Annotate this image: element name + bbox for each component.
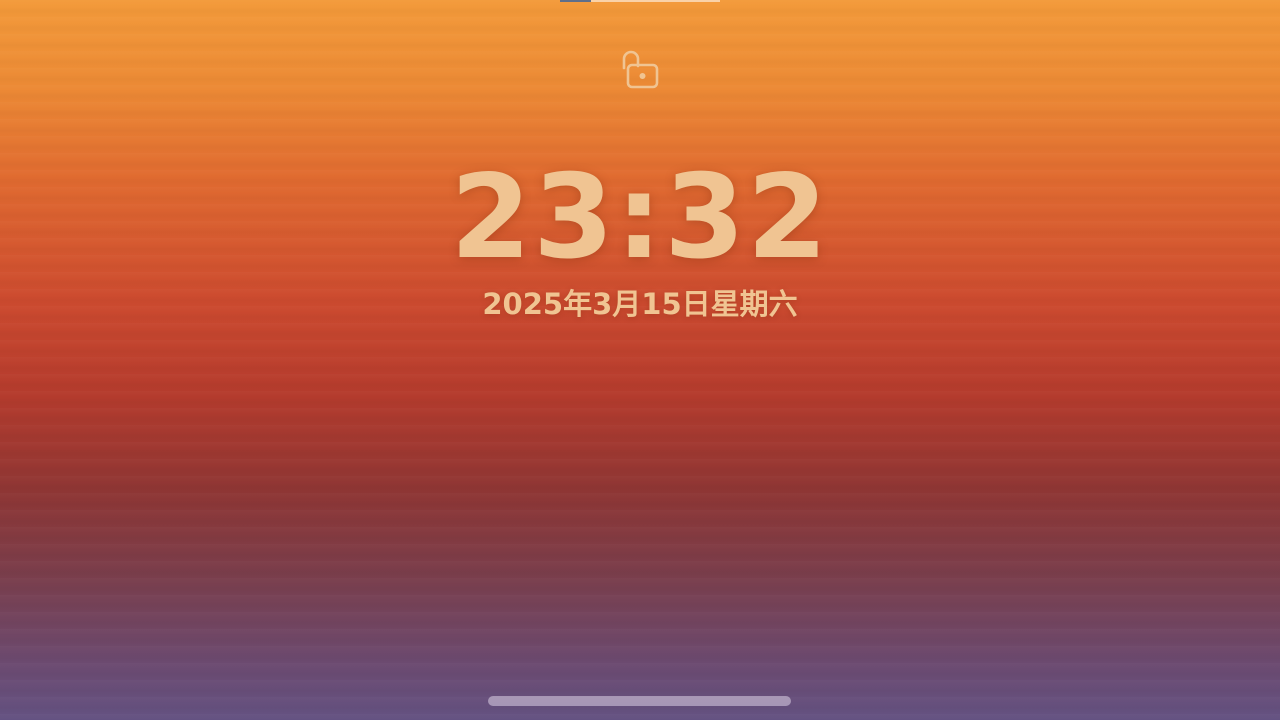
lock-screen-date: 2025年3月15日星期六 <box>482 287 798 321</box>
wallpaper <box>0 0 1280 720</box>
unlocked-padlock-icon[interactable] <box>620 48 660 92</box>
top-status-indicator <box>560 0 720 2</box>
lock-screen-time: 23:32 <box>450 150 830 285</box>
home-indicator-bar[interactable] <box>488 696 791 706</box>
top-status-indicator-segment <box>560 0 591 2</box>
